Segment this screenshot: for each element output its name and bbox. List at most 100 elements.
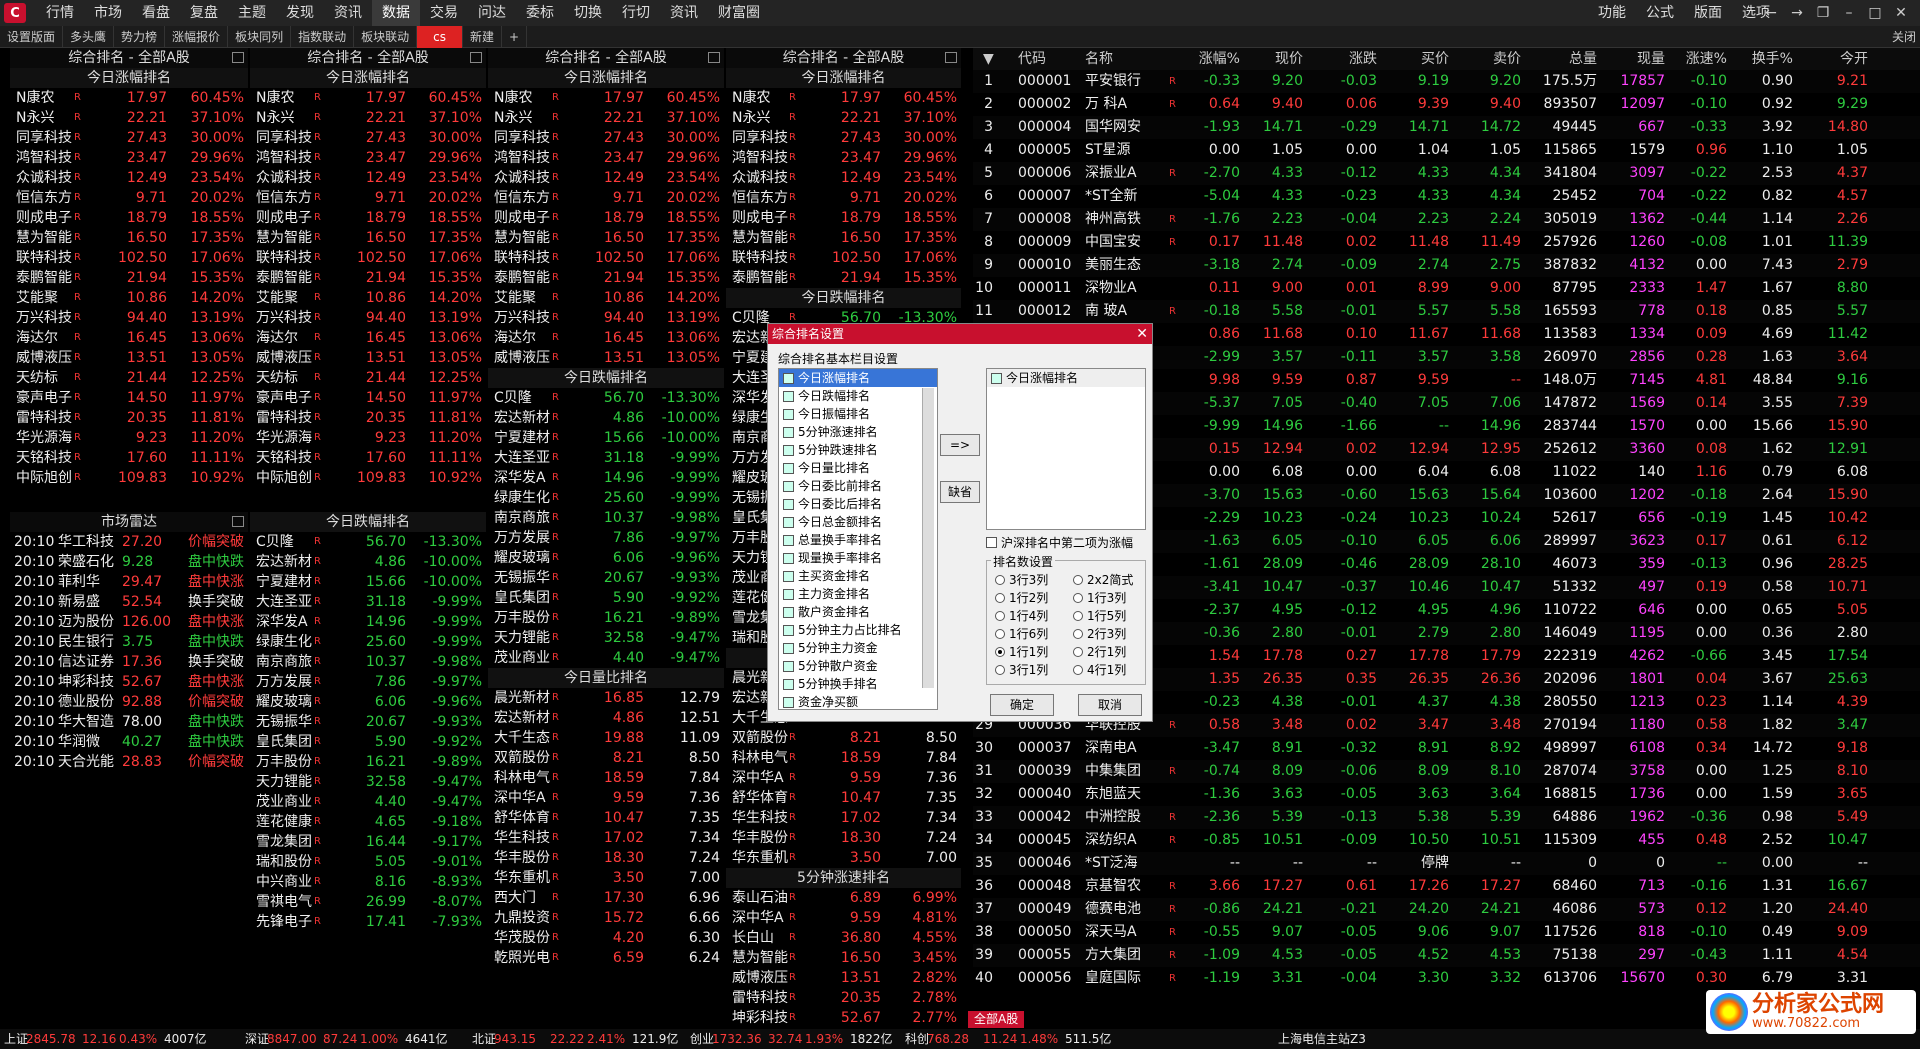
- list-item[interactable]: 鸿智科技 R 23.47 29.96%: [488, 148, 724, 168]
- column-header[interactable]: 涨跌: [1307, 48, 1377, 70]
- list-item[interactable]: 威博液压 R 13.51 13.05%: [250, 348, 486, 368]
- list-item[interactable]: 大连圣亚R 31.18 -9.99%: [250, 592, 486, 612]
- list-item[interactable]: 同享科技 R 27.43 30.00%: [726, 128, 961, 148]
- list-item[interactable]: 科林电气 R 18.59 7.84: [726, 748, 961, 768]
- radar-item[interactable]: 20:10 华工科技 27.20 价幅突破: [10, 532, 248, 552]
- list-item[interactable]: 双箭股份 R 8.21 8.50: [488, 748, 724, 768]
- radio-option[interactable]: 3行1列: [995, 661, 1048, 678]
- list-item[interactable]: 华光源海 R 9.23 11.20%: [250, 428, 486, 448]
- list-item[interactable]: 泰山石油 R 6.89 6.99%: [726, 888, 961, 908]
- column-option[interactable]: 今日量比排名: [779, 459, 937, 477]
- column-option[interactable]: 今日振幅排名: [779, 405, 937, 423]
- list-item[interactable]: 联特科技 R 102.50 17.06%: [10, 248, 248, 268]
- list-item[interactable]: 威博液压 R 13.51 13.05%: [488, 348, 724, 368]
- list-item[interactable]: 乾照光电 R 6.59 6.24: [488, 948, 724, 968]
- radar-item[interactable]: 20:10 民生银行 3.75 盘中快跌: [10, 632, 248, 652]
- list-item[interactable]: 万方发展R 7.86 -9.97%: [488, 528, 724, 548]
- list-item[interactable]: 华丰股份 R 18.30 7.24: [488, 848, 724, 868]
- radio-option[interactable]: 1行1列: [995, 643, 1048, 660]
- list-item[interactable]: 深华发A R 14.96 -9.99%: [250, 612, 486, 632]
- list-item[interactable]: 中兴商业 R 8.16 -8.93%: [250, 872, 486, 892]
- table-row[interactable]: 37 000049 德赛电池 R -0.86 24.21 -0.21 24.20 24.21 46…: [973, 898, 1920, 921]
- list-item[interactable]: 慧为智能 R 16.50 17.35%: [726, 228, 961, 248]
- list-item[interactable]: 则成电子 R 18.79 18.55%: [10, 208, 248, 228]
- list-item[interactable]: 泰鹏智能 R 21.94 15.35%: [250, 268, 486, 288]
- list-item[interactable]: 艾能聚 R 10.86 14.20%: [250, 288, 486, 308]
- column-option[interactable]: 总量换手率排名: [779, 531, 937, 549]
- available-columns-list[interactable]: 今日涨幅排名 今日跌幅排名 今日振幅排名 5分钟涨速排名 5分钟跌速排名 今日量比排名 今日…: [778, 368, 938, 710]
- panel-menu-icon[interactable]: [232, 52, 244, 63]
- radio-option[interactable]: 1行2列: [995, 589, 1048, 606]
- list-item[interactable]: 雪龙集团R 16.44 -9.17%: [250, 832, 486, 852]
- list-item[interactable]: 坤彩科技 R 52.67 2.77%: [726, 1008, 961, 1028]
- list-item[interactable]: 众诚科技 R 12.49 23.54%: [488, 168, 724, 188]
- selected-columns-list[interactable]: 今日涨幅排名: [986, 368, 1146, 530]
- maximize-icon[interactable]: □: [1862, 5, 1888, 21]
- table-row[interactable]: 7 000008 神州高铁 R -1.76 2.23 -0.04 2.23 2.24 305019…: [973, 208, 1920, 231]
- list-item[interactable]: 皇氏集团R 5.90 -9.92%: [250, 732, 486, 752]
- restore-icon[interactable]: ❐: [1810, 5, 1836, 21]
- list-item[interactable]: N康农 R 17.97 60.45%: [250, 88, 486, 108]
- list-item[interactable]: 豪声电子 R 14.50 11.97%: [250, 388, 486, 408]
- column-header[interactable]: 现量: [1595, 48, 1665, 70]
- close-button[interactable]: 关闭: [1892, 26, 1916, 48]
- table-row[interactable]: 30 000037 深南电A -3.47 8.91 -0.32 8.91 8.92 498997…: [973, 737, 1920, 760]
- menu-item[interactable]: 行情: [36, 0, 84, 26]
- radar-item[interactable]: 20:10 德业股份 92.88 价幅突破: [10, 692, 248, 712]
- list-item[interactable]: 万丰股份R 16.21 -9.89%: [250, 752, 486, 772]
- list-item[interactable]: 恒信东方 R 9.71 20.02%: [726, 188, 961, 208]
- radio-option[interactable]: 3行3列: [995, 571, 1048, 588]
- column-header[interactable]: 今开: [1798, 48, 1868, 70]
- dialog-close-icon[interactable]: ✕: [1136, 324, 1148, 344]
- list-item[interactable]: 华茂股份 R 4.20 6.30: [488, 928, 724, 948]
- column-option[interactable]: 主力资金排名: [779, 585, 937, 603]
- radio-option[interactable]: 2行3列: [1073, 625, 1126, 642]
- list-item[interactable]: 茂业商业R 4.40 -9.47%: [250, 792, 486, 812]
- column-option[interactable]: 今日委比前排名: [779, 477, 937, 495]
- table-row[interactable]: 33 000042 中洲控股 R -2.36 5.39 -0.13 5.38 5.39 64886…: [973, 806, 1920, 829]
- table-row[interactable]: 1 000001 平安银行 R -0.33 9.20 -0.03 9.19 9.20 175.5万…: [973, 70, 1920, 93]
- list-item[interactable]: 南京商旅R 10.37 -9.98%: [250, 652, 486, 672]
- list-item[interactable]: 鸿智科技 R 23.47 29.96%: [10, 148, 248, 168]
- radar-item[interactable]: 20:10 新易盛 52.54 换手突破: [10, 592, 248, 612]
- list-item[interactable]: 绿康生化R 25.60 -9.99%: [488, 488, 724, 508]
- list-item[interactable]: 莲花健康R 4.65 -9.18%: [250, 812, 486, 832]
- radar-item[interactable]: 20:10 华润微 40.27 盘中快跌: [10, 732, 248, 752]
- list-item[interactable]: 深华发A R 14.96 -9.99%: [488, 468, 724, 488]
- list-item[interactable]: N永兴 R 22.21 37.10%: [726, 108, 961, 128]
- list-item[interactable]: 泰鹏智能 R 21.94 15.35%: [10, 268, 248, 288]
- list-item[interactable]: 威博液压 R 13.51 13.05%: [10, 348, 248, 368]
- toolbar-button[interactable]: 指数联动: [291, 25, 355, 48]
- list-item[interactable]: 鸿智科技 R 23.47 29.96%: [250, 148, 486, 168]
- toolbar-button[interactable]: 新建: [463, 25, 502, 48]
- column-header[interactable]: 涨速%: [1657, 48, 1727, 70]
- list-item[interactable]: N永兴 R 22.21 37.10%: [488, 108, 724, 128]
- close-icon[interactable]: ✕: [1888, 5, 1914, 21]
- list-item[interactable]: 恒信东方 R 9.71 20.02%: [488, 188, 724, 208]
- menu-item[interactable]: 问达: [468, 0, 516, 26]
- menu-item[interactable]: 切换: [564, 0, 612, 26]
- list-item[interactable]: 绿康生化R 25.60 -9.99%: [250, 632, 486, 652]
- list-item[interactable]: 无锡振华R 20.67 -9.93%: [488, 568, 724, 588]
- column-option[interactable]: 今日委比后排名: [779, 495, 937, 513]
- column-option[interactable]: 散户资金排名: [779, 603, 937, 621]
- list-item[interactable]: N永兴 R 22.21 37.10%: [10, 108, 248, 128]
- list-item[interactable]: 宁夏建材R 15.66 -10.00%: [488, 428, 724, 448]
- toolbar-button[interactable]: 势力榜: [114, 25, 166, 48]
- toolbar-button[interactable]: cs: [417, 25, 463, 48]
- list-item[interactable]: 万兴科技 R 94.40 13.19%: [10, 308, 248, 328]
- toolbar-button[interactable]: 板块联动: [354, 25, 418, 48]
- list-item[interactable]: 联特科技 R 102.50 17.06%: [726, 248, 961, 268]
- list-item[interactable]: 艾能聚 R 10.86 14.20%: [488, 288, 724, 308]
- toolbar-button[interactable]: 涨幅报价: [165, 25, 229, 48]
- list-item[interactable]: 科林电气 R 18.59 7.84: [488, 768, 724, 788]
- menu-item[interactable]: 数据: [372, 0, 420, 26]
- sort-arrow-icon[interactable]: ▼: [983, 48, 994, 70]
- list-item[interactable]: 艾能聚 R 10.86 14.20%: [10, 288, 248, 308]
- list-item[interactable]: 泰鹏智能 R 21.94 15.35%: [488, 268, 724, 288]
- radio-option[interactable]: 1行5列: [1073, 607, 1126, 624]
- list-item[interactable]: 恒信东方 R 9.71 20.02%: [10, 188, 248, 208]
- add-tab-icon[interactable]: +: [502, 25, 528, 48]
- list-item[interactable]: 华光源海 R 9.23 11.20%: [10, 428, 248, 448]
- panel-menu-icon[interactable]: [232, 516, 244, 527]
